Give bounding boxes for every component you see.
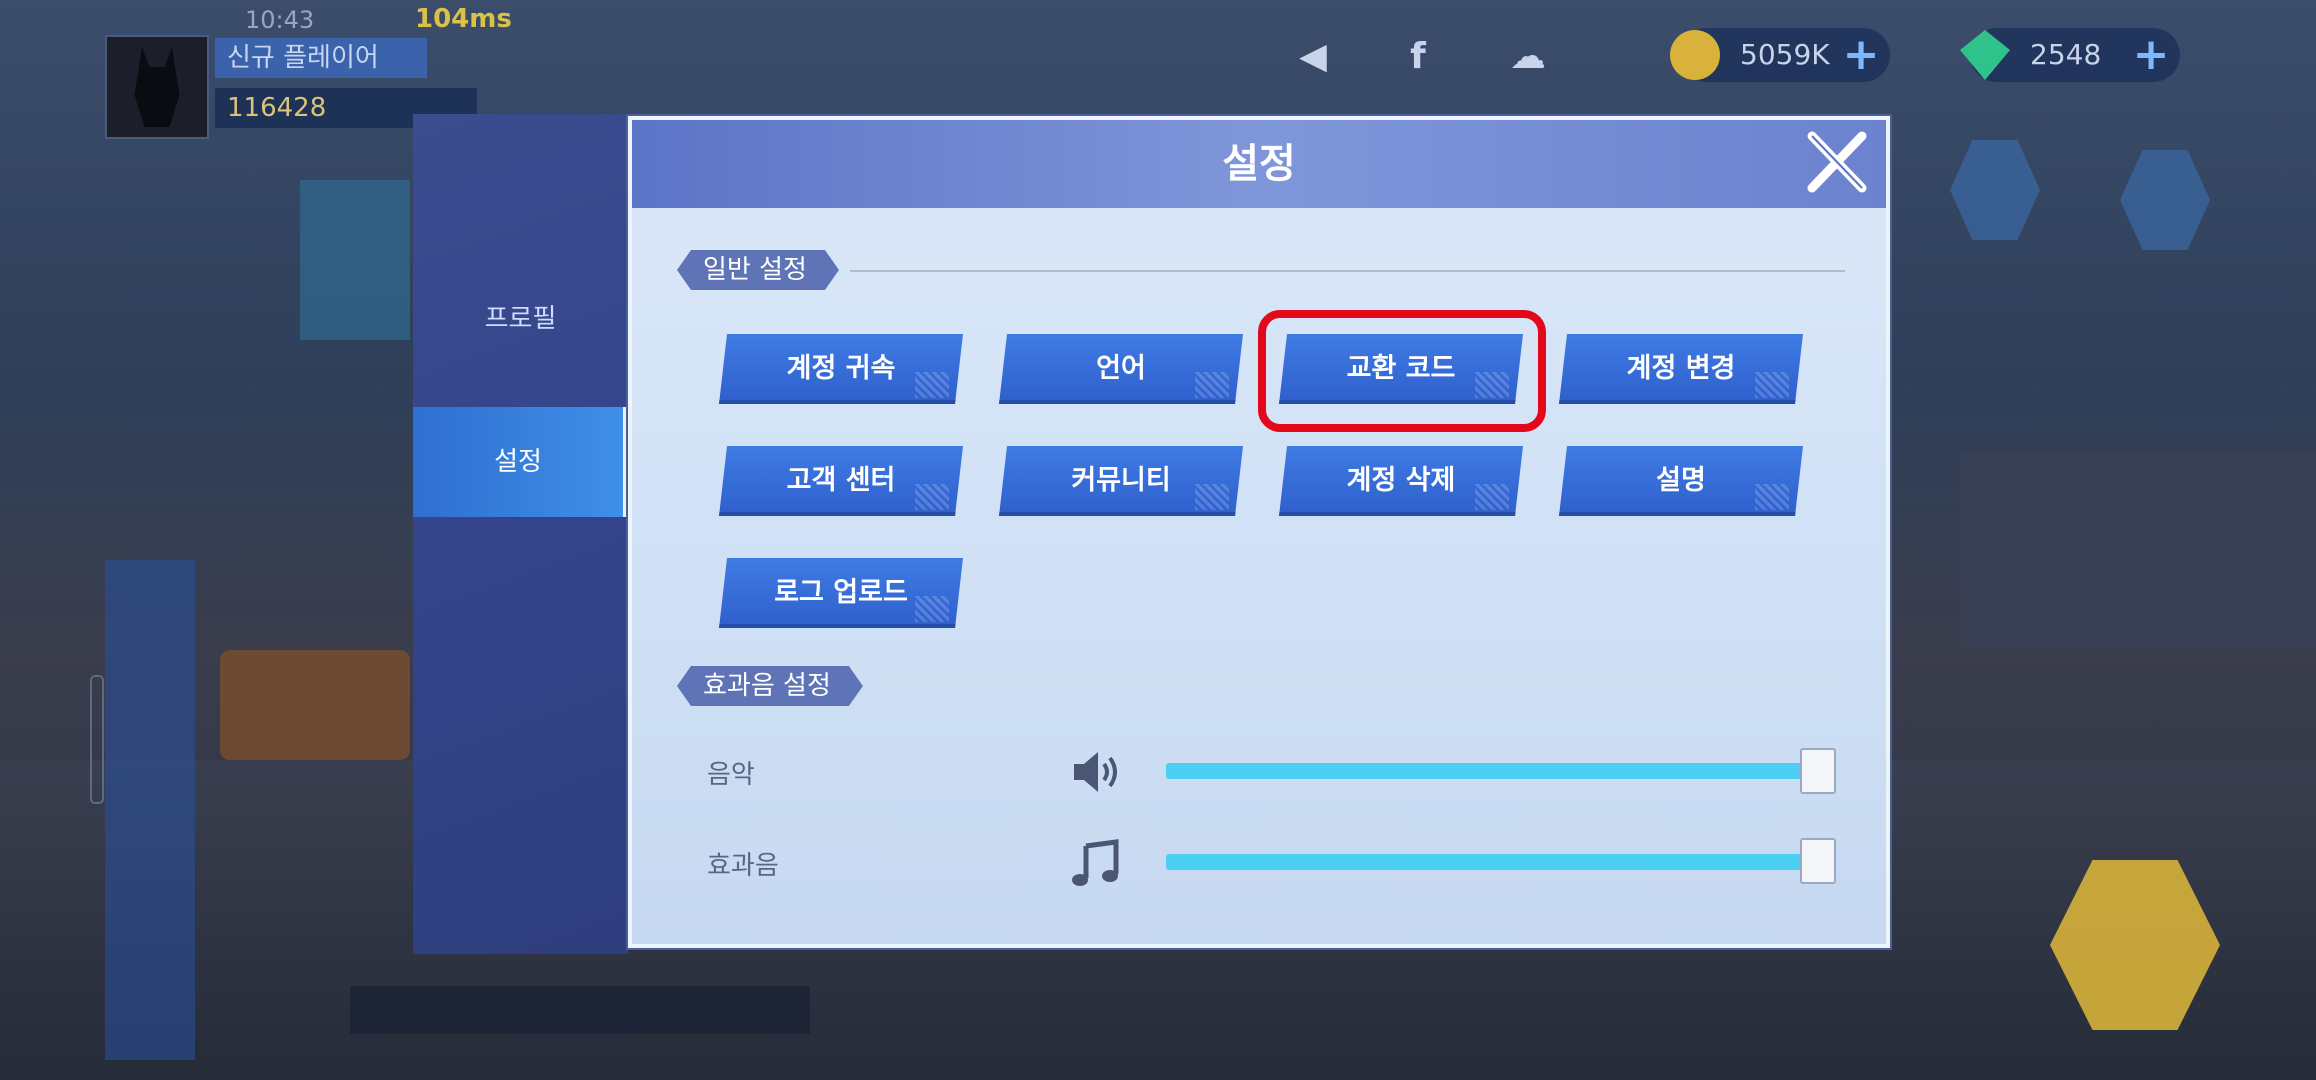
delete-account-button[interactable]: 계정 삭제	[1279, 446, 1523, 516]
description-button[interactable]: 설명	[1559, 446, 1803, 516]
section-divider	[850, 270, 1845, 272]
clock: 10:43	[245, 6, 315, 34]
dialog-title: 설정	[1222, 141, 1296, 187]
avatar[interactable]	[105, 35, 209, 139]
switch-account-button[interactable]: 계정 변경	[1559, 334, 1803, 404]
gold-amount: 5059K	[1740, 38, 1830, 71]
player-info[interactable]: 신규 플레이어 116428	[105, 30, 477, 140]
side-item-settings[interactable]: 설정	[413, 407, 628, 517]
background-sofa	[220, 650, 410, 760]
facebook-icon[interactable]: f	[1395, 34, 1441, 80]
background-scrollbar	[90, 675, 104, 804]
mute-speaker-icon[interactable]: ◀	[1290, 34, 1336, 80]
add-gold-button[interactable]: +	[1842, 33, 1880, 77]
close-icon[interactable]	[1802, 126, 1872, 196]
general-settings-label: 일반 설정	[677, 250, 839, 290]
speaker-icon	[1074, 752, 1117, 792]
background-chat-bar	[350, 986, 810, 1034]
add-gems-button[interactable]: +	[2132, 33, 2170, 77]
customer-center-button[interactable]: 고객 센터	[719, 446, 963, 516]
sfx-label: 효과음	[707, 851, 779, 881]
language-button[interactable]: 언어	[999, 334, 1243, 404]
dialog-header: 설정	[632, 120, 1886, 208]
side-item-profile[interactable]: 프로필	[413, 264, 628, 374]
left-toolbar	[105, 560, 195, 1060]
music-note-icon	[1072, 839, 1119, 886]
music-slider-track[interactable]	[1166, 763, 1826, 779]
background-right-machine	[1960, 450, 2316, 650]
sfx-slider-handle[interactable]	[1800, 838, 1836, 884]
music-slider-handle[interactable]	[1800, 748, 1836, 794]
background-right-hex-2	[2120, 150, 2210, 250]
sound-settings-label: 효과음 설정	[677, 666, 863, 706]
section-divider	[880, 686, 1845, 688]
gold-coin-icon	[1670, 30, 1720, 80]
gem-amount: 2548	[2030, 38, 2102, 71]
account-link-button[interactable]: 계정 귀속	[719, 334, 963, 404]
community-button[interactable]: 커뮤니티	[999, 446, 1243, 516]
cloud-upload-icon[interactable]: ☁	[1505, 34, 1551, 80]
background-left-panel	[300, 180, 410, 340]
sfx-slider-track[interactable]	[1166, 854, 1826, 870]
settings-dialog: 설정	[628, 116, 1890, 948]
redeem-code-highlight	[1258, 310, 1546, 432]
background-right-hex-1	[1950, 140, 2040, 240]
ping-indicator: 104ms	[415, 4, 512, 34]
gem-currency: 2548 +	[1960, 28, 2180, 82]
music-label: 음악	[707, 760, 755, 790]
gold-currency: 5059K +	[1670, 28, 1890, 82]
side-menu: 프로필 설정	[413, 114, 628, 954]
player-name: 신규 플레이어	[215, 38, 427, 78]
log-upload-button[interactable]: 로그 업로드	[719, 558, 963, 628]
